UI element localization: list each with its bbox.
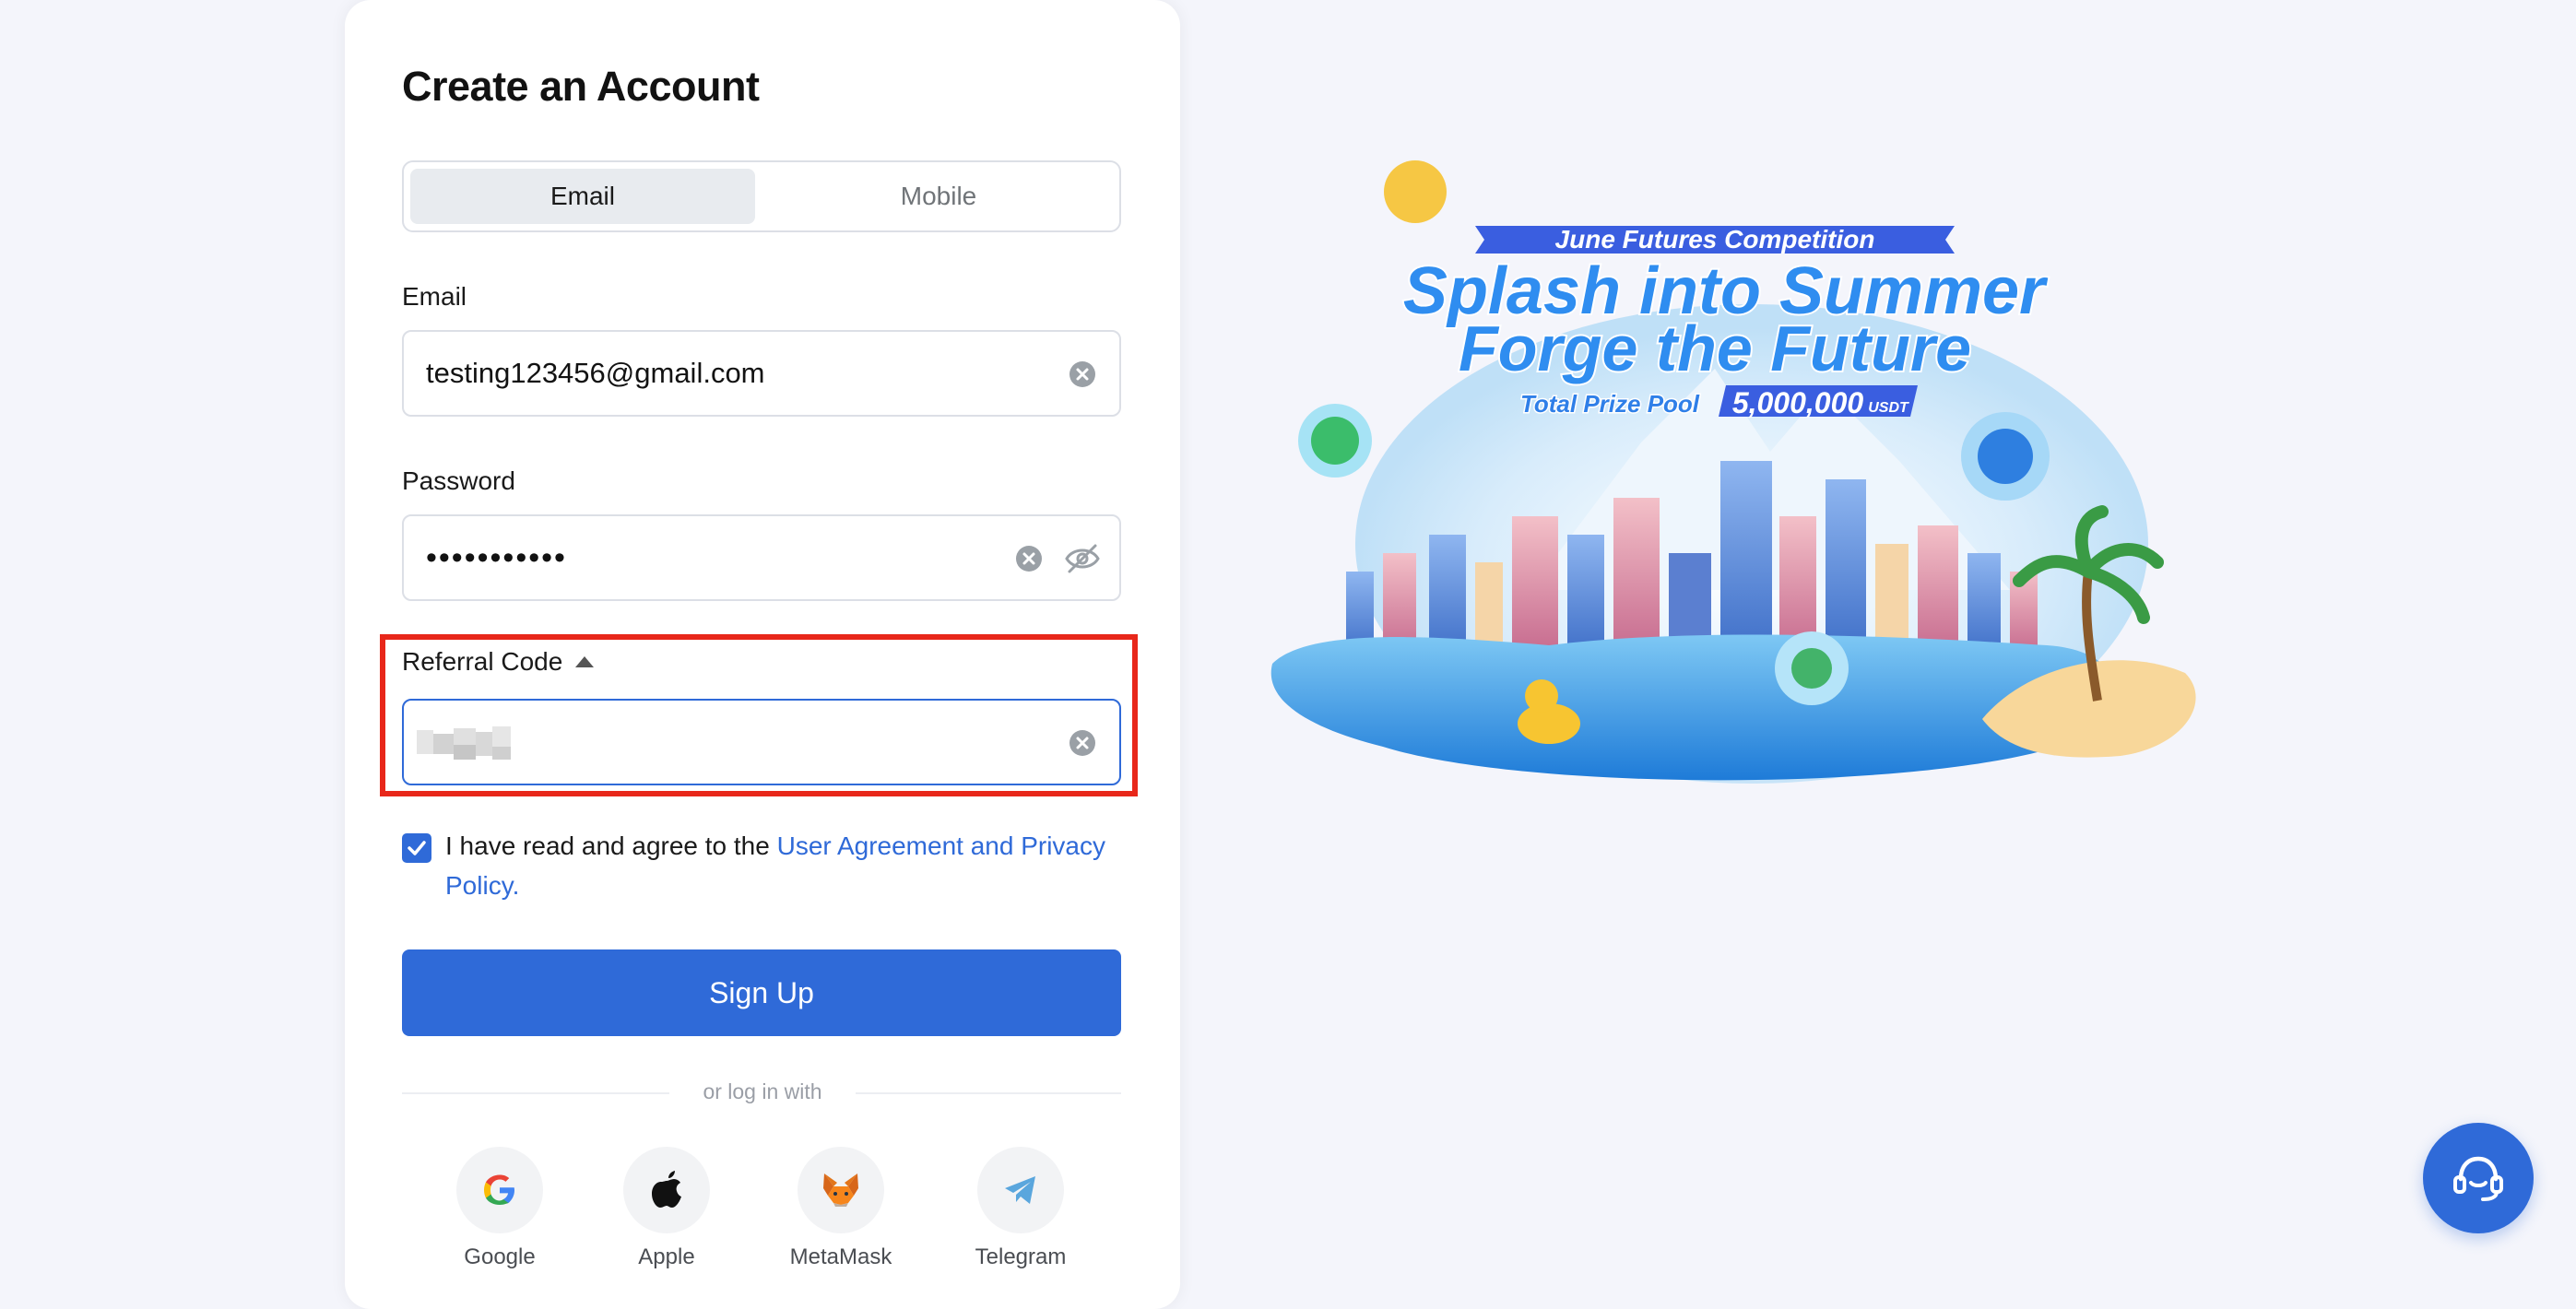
password-field-box — [402, 514, 1121, 601]
agreement-prefix: I have read and agree to the — [445, 831, 777, 860]
google-label: Google — [464, 1244, 536, 1269]
apple-login-button[interactable]: Apple — [593, 1147, 740, 1270]
promo-banner: June Futures Competition Splash into Sum… — [1270, 160, 2196, 784]
google-login-circle — [456, 1147, 543, 1233]
coin-bitcoin-icon — [1384, 160, 1447, 223]
telegram-login-button[interactable]: Telegram — [947, 1147, 1094, 1270]
metamask-icon — [823, 1173, 858, 1207]
apple-login-circle — [623, 1147, 710, 1233]
google-login-button[interactable]: Google — [426, 1147, 573, 1270]
clear-email-icon[interactable] — [1068, 360, 1097, 389]
apple-label: Apple — [638, 1244, 695, 1269]
coin-green-inner-icon — [1311, 417, 1359, 465]
divider-left — [402, 1092, 669, 1094]
divider-right — [856, 1092, 1121, 1094]
banner-prize-label: Total Prize Pool — [1520, 390, 1700, 418]
banner-prize-unit: USDT — [1868, 400, 1909, 416]
password-label: Password — [402, 466, 515, 495]
telegram-icon — [1005, 1176, 1035, 1204]
telegram-label: Telegram — [975, 1244, 1067, 1269]
telegram-login-circle — [977, 1147, 1064, 1233]
sign-up-button[interactable]: Sign Up — [402, 949, 1121, 1036]
email-field-box — [402, 330, 1121, 417]
banner-water — [1270, 634, 2116, 781]
metamask-login-button[interactable]: MetaMask — [767, 1147, 915, 1270]
coin-blue-inner-icon — [1978, 429, 2033, 484]
email-label: Email — [402, 282, 467, 311]
metamask-login-circle — [798, 1147, 884, 1233]
tab-mobile[interactable]: Mobile — [766, 169, 1111, 224]
banner-headline-2: Forge the Future — [1459, 313, 1971, 384]
banner-duck-head — [1525, 679, 1558, 713]
page-title: Create an Account — [402, 63, 760, 110]
signup-method-tabs: Email Mobile — [402, 160, 1121, 232]
agreement-suffix: . — [512, 871, 520, 900]
tab-email[interactable]: Email — [410, 169, 755, 224]
coin-bubble-inner-icon — [1791, 648, 1832, 689]
eye-off-icon[interactable] — [1064, 542, 1101, 575]
clear-password-icon[interactable] — [1014, 544, 1044, 573]
banner-ribbon-text: June Futures Competition — [1555, 225, 1875, 254]
agreement-checkbox[interactable] — [402, 833, 431, 863]
apple-icon — [652, 1171, 681, 1208]
checkmark-icon — [408, 841, 426, 855]
google-icon — [484, 1174, 514, 1205]
email-field[interactable] — [426, 332, 1016, 415]
or-login-with-text: or log in with — [703, 1079, 822, 1103]
agreement-text: I have read and agree to the User Agreem… — [445, 826, 1128, 905]
referral-highlight-box — [380, 634, 1138, 796]
banner-prize-amount: 5,000,000 — [1732, 386, 1864, 419]
password-field[interactable] — [426, 516, 1016, 599]
customer-support-icon — [2453, 1156, 2503, 1201]
metamask-label: MetaMask — [789, 1244, 892, 1269]
customer-support-button[interactable] — [2423, 1123, 2534, 1233]
